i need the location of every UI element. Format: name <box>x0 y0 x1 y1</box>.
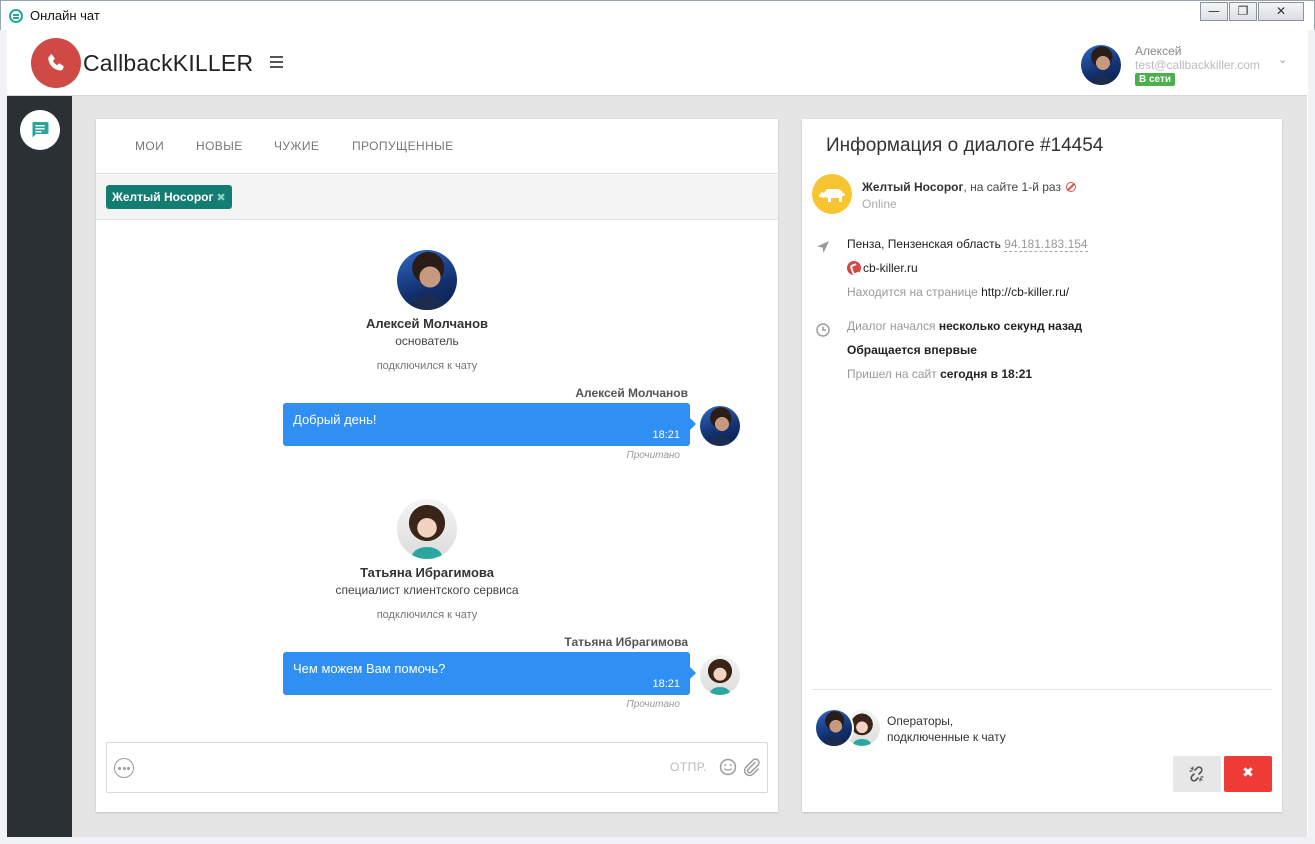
app-root: CallbackKILLER Алексей test@callbackkill… <box>7 30 1307 837</box>
message-author: Алексей Молчанов <box>575 386 688 400</box>
ban-icon[interactable] <box>1065 182 1076 192</box>
operator-joined: Татьяна Ибрагимова специалист клиентског… <box>96 499 758 621</box>
status-badge: В сети <box>1135 73 1176 86</box>
phone-icon <box>847 261 861 275</box>
read-status: Прочитано <box>626 699 680 710</box>
unlink-button[interactable] <box>1173 756 1221 792</box>
filter-bar: Желтый Носорог ✖ <box>96 175 778 220</box>
minimize-icon: — <box>1208 4 1220 18</box>
first-time: Обращается впервые <box>847 343 977 357</box>
chat-icon <box>32 122 49 138</box>
visitor-page: Находится на странице http://cb-killer.r… <box>847 285 1069 299</box>
divider <box>812 689 1272 690</box>
tab-new[interactable]: НОВЫЕ <box>196 139 243 153</box>
dialog-info-panel: Информация о диалоге #14454 Желтый Носор… <box>802 119 1282 812</box>
location-region: Пенза, Пензенская область <box>847 237 1001 251</box>
message-time: 18:21 <box>652 678 680 690</box>
started-value: несколько секунд назад <box>938 319 1083 333</box>
window-controls: — ❐ ✕ <box>1199 2 1304 21</box>
avatar <box>397 250 457 310</box>
paperclip-icon[interactable] <box>741 757 761 777</box>
avatar <box>397 499 457 559</box>
restore-icon: ❐ <box>1237 4 1249 18</box>
clock-icon <box>816 323 830 337</box>
window-title: Онлайн чат <box>30 8 100 23</box>
first-time-label: Обращается впервые <box>847 343 977 357</box>
visitor-visits: , на сайте 1-й раз <box>963 180 1061 194</box>
dialog-started: Диалог начался несколько секунд назад <box>847 319 1082 333</box>
arrived-value: сегодня в 18:21 <box>940 367 1033 381</box>
chat-panel: МОИ НОВЫЕ ЧУЖИЕ ПРОПУЩЕННЫЕ Желтый Носор… <box>96 119 778 812</box>
avatar <box>700 406 740 446</box>
message-text: Чем можем Вам помочь? <box>293 661 446 676</box>
visitor-name[interactable]: Желтый Носорог <box>862 180 963 194</box>
user-menu[interactable]: Алексей test@callbackkiller.com В сети ⌄ <box>1081 44 1301 90</box>
visitor-site: cb-killer.ru <box>847 261 918 275</box>
arrived-on-site: Пришел на сайт сегодня в 18:21 <box>847 367 1032 381</box>
chevron-down-icon[interactable]: ⌄ <box>1278 53 1287 66</box>
close-icon: ✕ <box>1275 4 1287 18</box>
tab-mine[interactable]: МОИ <box>135 139 164 153</box>
chat-tabs: МОИ НОВЫЕ ЧУЖИЕ ПРОПУЩЕННЫЕ <box>96 119 778 174</box>
ip-link[interactable]: 94.181.183.154 <box>1004 237 1088 252</box>
visitor-location: Пенза, Пензенская область 94.181.183.154 <box>847 237 1088 252</box>
message-text: Добрый день! <box>293 412 377 427</box>
operators-label-line: Операторы, <box>887 714 954 728</box>
join-note: подключился к чату <box>376 360 478 372</box>
maximize-button[interactable]: ❐ <box>1229 2 1257 21</box>
minimize-button[interactable]: — <box>1200 2 1228 21</box>
message-author: Татьяна Ибрагимова <box>564 635 688 649</box>
operator-name: Татьяна Ибрагимова <box>360 565 494 580</box>
page-label: Находится на странице <box>847 285 978 299</box>
avatar <box>1081 45 1121 85</box>
page-url[interactable]: http://cb-killer.ru/ <box>981 285 1069 299</box>
operator-joined: Алексей Молчанов основатель подключился … <box>96 250 758 372</box>
hamburger-icon[interactable] <box>270 56 283 68</box>
visitor-chip[interactable]: Желтый Носорог ✖ <box>106 185 232 209</box>
visitor-status: Online <box>862 197 897 211</box>
avatar <box>700 655 740 695</box>
more-icon[interactable] <box>114 758 134 778</box>
app-chat-icon <box>9 9 23 23</box>
operator-role: основатель <box>395 334 459 348</box>
user-email: test@callbackkiller.com <box>1135 58 1260 72</box>
app-header: CallbackKILLER Алексей test@callbackkill… <box>7 30 1307 96</box>
chip-remove-icon[interactable]: ✖ <box>216 191 225 204</box>
message-list: Алексей Молчанов основатель подключился … <box>96 221 778 741</box>
chat-nav-button[interactable] <box>20 110 60 150</box>
operators-label: Операторы, подключенные к чату <box>887 713 1006 745</box>
started-label: Диалог начался <box>847 319 936 333</box>
user-name: Алексей <box>1135 44 1182 58</box>
message-bubble: Добрый день! 18:21 <box>283 403 696 446</box>
tab-others[interactable]: ЧУЖИЕ <box>274 139 319 153</box>
left-rail <box>7 96 72 837</box>
operator-name: Алексей Молчанов <box>365 316 489 331</box>
join-note: подключился к чату <box>376 609 478 621</box>
message-composer: ОТПР. <box>106 742 768 793</box>
close-window-button[interactable]: ✕ <box>1258 2 1304 21</box>
window-titlebar: Онлайн чат — ❐ ✕ <box>0 0 1315 30</box>
close-icon: ✖ <box>1242 765 1254 781</box>
site-name[interactable]: cb-killer.ru <box>863 261 918 275</box>
message-time: 18:21 <box>652 429 680 441</box>
operators-label-line: подключенные к чату <box>887 730 1006 744</box>
visitor-summary: Желтый Носорог, на сайте 1-й раз <box>862 180 1076 194</box>
avatar <box>814 708 854 748</box>
operator-role: специалист клиентского сервиса <box>335 583 519 597</box>
message-bubble: Чем можем Вам помочь? 18:21 <box>283 652 696 695</box>
emoji-icon[interactable] <box>719 758 737 776</box>
chip-label: Желтый Носорог <box>112 190 214 204</box>
read-status: Прочитано <box>626 450 680 461</box>
message-input[interactable] <box>141 753 661 783</box>
close-dialog-button[interactable]: ✖ <box>1224 756 1272 792</box>
logo-text[interactable]: CallbackKILLER <box>83 50 253 77</box>
logo-phone-icon[interactable] <box>31 38 81 88</box>
page-title: Информация о диалоге #14454 <box>826 135 1104 156</box>
rhino-icon <box>812 174 852 214</box>
unlink-icon <box>1189 766 1204 782</box>
send-button[interactable]: ОТПР. <box>670 760 707 774</box>
tab-missed[interactable]: ПРОПУЩЕННЫЕ <box>352 139 454 153</box>
arrived-label: Пришел на сайт <box>847 367 937 381</box>
location-arrow-icon <box>817 241 829 253</box>
